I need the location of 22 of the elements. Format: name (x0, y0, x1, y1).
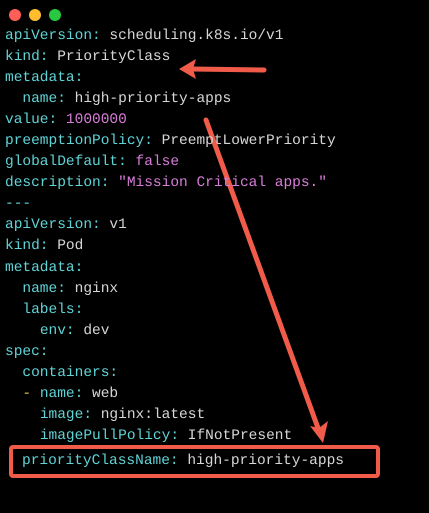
code-line: kind: PriorityClass (5, 48, 170, 68)
code-line: priorityClassName: high-priority-apps (22, 452, 344, 471)
code-line: name: high-priority-apps (21, 90, 232, 110)
document-separator: --- (5, 195, 32, 214)
code-line: spec: (5, 342, 49, 362)
window-close-button[interactable] (9, 9, 21, 21)
code-line: labels: (21, 300, 84, 320)
code-line: apiVersion: v1 (5, 216, 127, 236)
code-line: name: nginx (21, 280, 118, 299)
code-line: kind: Pod (5, 237, 84, 256)
code-line: globalDefault: false (5, 153, 180, 172)
window-zoom-button[interactable] (49, 9, 61, 21)
code-line: metadata: (5, 69, 84, 88)
code-line: value: 1000000 (5, 111, 127, 130)
code-line: apiVersion: scheduling.k8s.io/v1 (5, 27, 284, 46)
code-line: env: dev (38, 322, 110, 341)
code-line: containers: (21, 364, 118, 383)
code-line: metadata: (5, 258, 84, 278)
code-line: image: nginx:latest (38, 406, 206, 425)
window-minimize-button[interactable] (29, 9, 41, 21)
code-line: - name: web (21, 384, 118, 404)
code-line: imagePullPolicy: IfNotPresent (38, 426, 292, 446)
